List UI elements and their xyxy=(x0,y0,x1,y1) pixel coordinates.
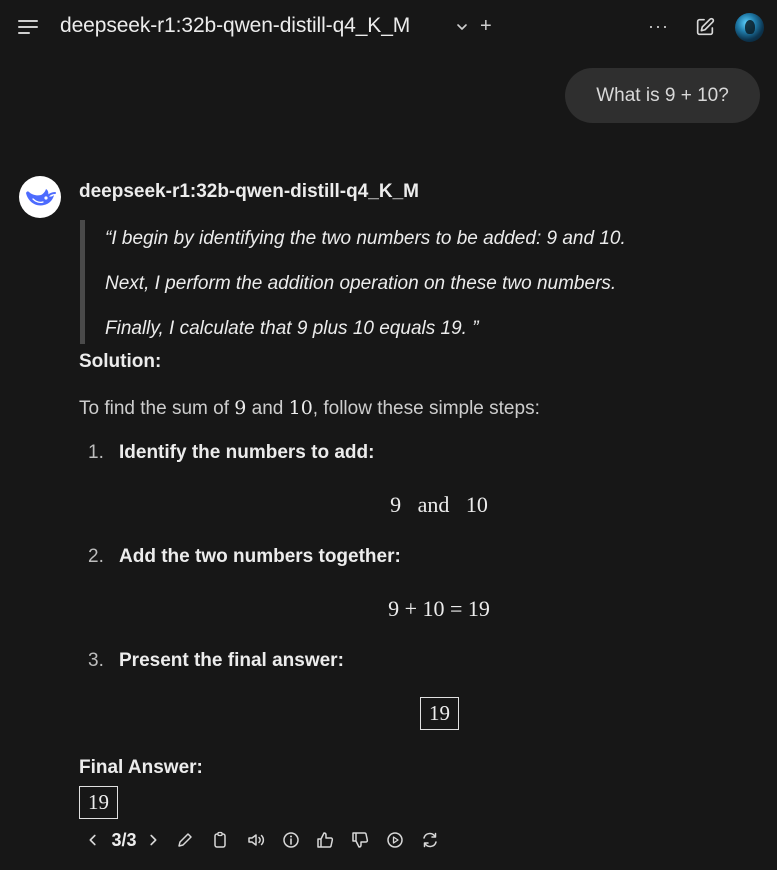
final-answer-heading: Final Answer: xyxy=(79,757,203,778)
solution-intro: To find the sum of 9 and 10, follow thes… xyxy=(79,397,540,420)
step-item: 2. Add the two numbers together: xyxy=(88,546,401,568)
intro-math-a: 9 xyxy=(234,397,247,419)
step-number: 3. xyxy=(88,650,104,671)
chat-page: deepseek-r1:32b-qwen-distill-q4_K_M + ··… xyxy=(0,0,777,870)
user-message-text: What is 9 + 10? xyxy=(596,84,729,106)
message-action-toolbar: 3/3 xyxy=(84,826,484,854)
assistant-model-name: deepseek-r1:32b-qwen-distill-q4_K_M xyxy=(79,181,419,202)
solution-heading: Solution: xyxy=(79,351,162,372)
more-options-icon[interactable]: ··· xyxy=(648,16,669,37)
final-answer-box: 19 xyxy=(79,786,118,819)
response-pager: 3/3 xyxy=(111,829,137,850)
intro-text: To find the sum of xyxy=(79,398,235,419)
step-number: 2. xyxy=(88,546,104,567)
step-text: Add the two numbers together: xyxy=(119,546,401,567)
intro-text: and xyxy=(246,398,289,419)
thumbs-up-icon[interactable] xyxy=(314,826,336,854)
step-equation: 9 and 10 xyxy=(390,492,488,517)
regenerate-icon[interactable] xyxy=(419,826,441,854)
play-circle-icon[interactable] xyxy=(384,826,406,854)
step-item: 3. Present the final answer: xyxy=(88,650,344,672)
chevron-down-icon[interactable] xyxy=(455,20,469,34)
top-bar: deepseek-r1:32b-qwen-distill-q4_K_M + ··… xyxy=(0,0,777,56)
user-avatar[interactable] xyxy=(735,13,764,42)
new-chat-edit-icon[interactable] xyxy=(694,16,716,38)
reasoning-line: “I begin by identifying the two numbers … xyxy=(105,228,626,249)
assistant-avatar xyxy=(19,176,61,218)
speaker-icon[interactable] xyxy=(244,826,268,854)
clipboard-icon[interactable] xyxy=(209,826,231,854)
step-item: 1. Identify the numbers to add: xyxy=(88,442,374,464)
add-model-button[interactable]: + xyxy=(480,14,492,38)
reasoning-line: Finally, I calculate that 9 plus 10 equa… xyxy=(105,318,479,339)
pencil-icon[interactable] xyxy=(174,826,196,854)
step-number: 1. xyxy=(88,442,104,463)
menu-icon[interactable] xyxy=(18,20,40,36)
reasoning-blockquote: “I begin by identifying the two numbers … xyxy=(80,220,740,344)
thumbs-down-icon[interactable] xyxy=(349,826,371,854)
chevron-right-icon[interactable] xyxy=(144,826,162,854)
chevron-left-icon[interactable] xyxy=(84,826,102,854)
step-text: Present the final answer: xyxy=(119,650,344,671)
step-equation: 9 + 10 = 19 xyxy=(388,596,490,621)
reasoning-line: Next, I perform the addition operation o… xyxy=(105,273,617,294)
intro-math-b: 10 xyxy=(288,397,313,419)
model-selector-title[interactable]: deepseek-r1:32b-qwen-distill-q4_K_M xyxy=(60,14,410,38)
deepseek-whale-icon xyxy=(26,189,56,206)
intro-text: , follow these simple steps: xyxy=(312,398,540,419)
boxed-answer: 19 xyxy=(420,697,459,730)
info-icon[interactable] xyxy=(280,826,302,854)
user-message-bubble: What is 9 + 10? xyxy=(565,68,760,123)
step-text: Identify the numbers to add: xyxy=(119,442,375,463)
